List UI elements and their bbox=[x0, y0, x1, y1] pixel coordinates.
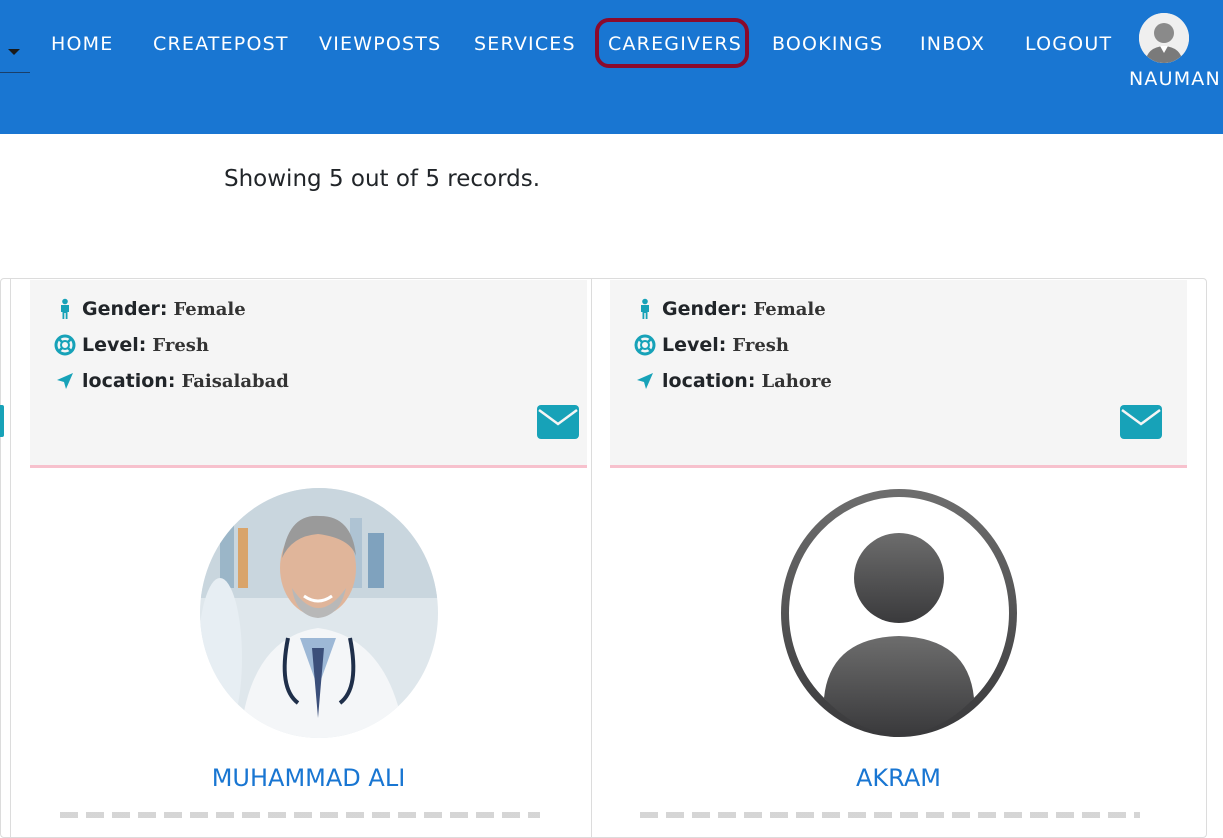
nav-viewposts[interactable]: VIEWPOSTS bbox=[319, 32, 441, 56]
location-row: location: Faisalabad bbox=[54, 368, 289, 394]
caregiver-card-info: Gender: Female Level: Fresh location: Fa… bbox=[30, 280, 587, 468]
location-value: Faisalabad bbox=[181, 370, 289, 392]
lifebuoy-icon bbox=[634, 334, 656, 356]
envelope-icon[interactable] bbox=[537, 405, 579, 439]
location-arrow-icon bbox=[57, 373, 73, 389]
nav-home[interactable]: HOME bbox=[51, 32, 113, 56]
location-value: Lahore bbox=[761, 370, 832, 392]
gender-label: Gender: bbox=[662, 298, 748, 320]
level-value: Fresh bbox=[732, 334, 790, 356]
nav-bookings[interactable]: BOOKINGS bbox=[772, 32, 883, 56]
gender-value: Female bbox=[753, 298, 826, 320]
level-row: Level: Fresh bbox=[634, 332, 789, 358]
person-icon bbox=[61, 298, 69, 319]
user-avatar-icon bbox=[1139, 13, 1189, 63]
card-border-left bbox=[10, 278, 11, 838]
nav-createpost[interactable]: CREATEPOST bbox=[153, 32, 289, 56]
level-label: Level: bbox=[662, 334, 727, 356]
user-avatar[interactable] bbox=[1139, 13, 1189, 63]
records-count: Showing 5 out of 5 records. bbox=[224, 166, 541, 192]
partial-mail-icon bbox=[0, 405, 4, 437]
gender-value: Female bbox=[173, 298, 246, 320]
description-text bbox=[640, 812, 1140, 818]
dropdown-underline bbox=[0, 72, 30, 73]
nav-logout[interactable]: LOGOUT bbox=[1025, 32, 1112, 56]
caregiver-photo bbox=[200, 488, 438, 738]
caregiver-name-link[interactable]: AKRAM bbox=[610, 764, 1187, 792]
lifebuoy-icon bbox=[54, 334, 76, 356]
person-icon bbox=[641, 298, 649, 319]
level-row: Level: Fresh bbox=[54, 332, 209, 358]
doctor-photo-icon bbox=[200, 488, 438, 738]
location-label: location: bbox=[82, 370, 176, 392]
card-border-mid bbox=[591, 278, 592, 838]
active-nav-highlight bbox=[595, 18, 749, 68]
caregiver-card-info: Gender: Female Level: Fresh location: La… bbox=[610, 280, 1187, 468]
dropdown-caret-icon[interactable] bbox=[8, 49, 20, 55]
location-label: location: bbox=[662, 370, 756, 392]
caregiver-photo bbox=[780, 488, 1018, 738]
caregiver-name-link[interactable]: MUHAMMAD ALI bbox=[30, 764, 587, 792]
description-text bbox=[60, 812, 540, 818]
envelope-icon[interactable] bbox=[1120, 405, 1162, 439]
location-arrow-icon bbox=[637, 373, 653, 389]
level-value: Fresh bbox=[152, 334, 210, 356]
location-row: location: Lahore bbox=[634, 368, 832, 394]
gender-label: Gender: bbox=[82, 298, 168, 320]
level-label: Level: bbox=[82, 334, 147, 356]
top-navbar: HOME CREATEPOST VIEWPOSTS SERVICES CAREG… bbox=[0, 0, 1223, 134]
default-avatar-icon bbox=[780, 488, 1018, 738]
gender-row: Gender: Female bbox=[54, 296, 246, 322]
gender-row: Gender: Female bbox=[634, 296, 826, 322]
nav-services[interactable]: SERVICES bbox=[474, 32, 576, 56]
nav-inbox[interactable]: INBOX bbox=[920, 32, 985, 56]
user-name[interactable]: NAUMAN bbox=[1129, 68, 1221, 90]
